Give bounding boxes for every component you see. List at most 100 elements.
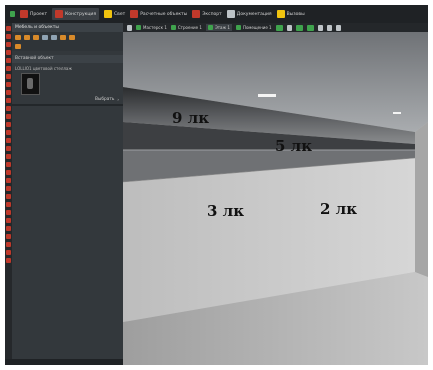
- construction-icon: [55, 10, 64, 18]
- illuminance-label: 3 лк: [207, 202, 245, 220]
- tab-workshop[interactable]: Мастерск 1: [136, 25, 167, 30]
- calls-icon: [276, 10, 285, 18]
- toolbar-item-label: Расчетные объекты: [140, 11, 188, 17]
- workshop-icon: [136, 25, 141, 30]
- copy-icon[interactable]: [24, 34, 30, 40]
- tab-label: Строение 1: [177, 25, 202, 30]
- tool-icon[interactable]: [6, 234, 11, 239]
- panel-title: Мебель и объекты: [12, 23, 123, 32]
- view-icon[interactable]: [127, 24, 132, 31]
- dropdown-icon[interactable]: [51, 34, 57, 40]
- main-toolbar: Проект Конструкция Свет Расчетные объект…: [5, 5, 428, 23]
- 3d-viewport[interactable]: 9 лк 5 лк 3 лк 2 лк: [123, 32, 428, 365]
- toolbar-item-label: Вызовы: [286, 11, 305, 17]
- tab-label: Мастерск 1: [143, 25, 167, 30]
- grid-icon[interactable]: [326, 24, 332, 31]
- paint-icon[interactable]: [69, 34, 75, 40]
- tool-icon[interactable]: [6, 138, 11, 143]
- toolbar-item-label: Проект: [30, 11, 48, 17]
- illuminance-label: 2 лк: [320, 200, 358, 218]
- toolbar-item-label: Конструкция: [65, 11, 97, 17]
- object-name: LOLLIO1 цветовой стеллаж: [15, 66, 72, 71]
- toolbar-item-export[interactable]: Экспорт: [192, 10, 222, 18]
- tool-icon[interactable]: [6, 186, 11, 191]
- toolbar-item-calc-objects[interactable]: Расчетные объекты: [130, 10, 187, 18]
- tool-icon[interactable]: [6, 98, 11, 103]
- tool-icon[interactable]: [6, 210, 11, 215]
- toolbar-item-label: Свет: [114, 11, 126, 17]
- tab-room[interactable]: Помещение 1: [235, 25, 272, 30]
- object-thumbnail[interactable]: [21, 73, 40, 95]
- chevron-right-icon[interactable]: ›: [117, 97, 119, 102]
- tool-icon[interactable]: [6, 162, 11, 167]
- tool-icon[interactable]: [6, 122, 11, 127]
- tool-icon[interactable]: [6, 106, 11, 111]
- toolbar-item-calls[interactable]: Вызовы: [276, 10, 305, 18]
- tool-icon[interactable]: [6, 242, 11, 247]
- tool-icon[interactable]: [6, 34, 11, 39]
- building-icon: [170, 25, 176, 30]
- tool-icon[interactable]: [6, 226, 11, 231]
- export-icon: [192, 10, 201, 18]
- tab-floor[interactable]: Этаж 1: [205, 24, 232, 31]
- viewport-tabs: Мастерск 1 Строение 1 Этаж 1 Помещение 1: [123, 23, 428, 32]
- toolbar-item-construction[interactable]: Конструкция: [52, 8, 100, 20]
- group-icon[interactable]: [15, 44, 21, 49]
- tool-icon[interactable]: [6, 114, 11, 119]
- panel-toolbar: [12, 32, 123, 42]
- tool-icon[interactable]: [6, 146, 11, 151]
- pick-button[interactable]: Выбрать: [95, 97, 114, 102]
- room-icon: [235, 25, 241, 30]
- calc-objects-icon: [130, 10, 139, 18]
- tab-label: Этаж 1: [214, 25, 230, 30]
- toolbar-item-documentation[interactable]: Документация: [226, 10, 272, 18]
- move-icon[interactable]: [33, 34, 39, 40]
- project-icon: [20, 10, 28, 18]
- divider: [12, 104, 123, 106]
- tool-icon[interactable]: [6, 154, 11, 159]
- floor-icon: [207, 25, 213, 30]
- lamp-icon[interactable]: [60, 34, 66, 40]
- tab-building[interactable]: Строение 1: [170, 25, 202, 30]
- zoom-fit-icon[interactable]: [317, 24, 323, 31]
- add-object-icon[interactable]: [15, 34, 21, 40]
- settings-icon[interactable]: [335, 24, 341, 31]
- tool-icon[interactable]: [6, 74, 11, 79]
- view-3d-icon[interactable]: [275, 24, 283, 31]
- tool-icon[interactable]: [6, 194, 11, 199]
- tool-icon[interactable]: [6, 50, 11, 55]
- light-icon: [104, 10, 113, 18]
- tool-icon[interactable]: [6, 258, 11, 263]
- tool-icon[interactable]: [6, 130, 11, 135]
- tool-icon[interactable]: [6, 178, 11, 183]
- plan-view-icon[interactable]: [286, 24, 292, 31]
- corridor-render: [123, 32, 428, 365]
- tool-icon[interactable]: [6, 26, 11, 31]
- toolbar-item-label: Экспорт: [202, 11, 222, 17]
- camera-icon[interactable]: [306, 24, 314, 31]
- tool-icon[interactable]: [6, 202, 11, 207]
- panel-toolbar-secondary: [12, 42, 123, 51]
- toolbar-arrow[interactable]: [10, 11, 15, 17]
- tool-icon[interactable]: [6, 42, 11, 47]
- application-window: Проект Конструкция Свет Расчетные объект…: [5, 5, 428, 365]
- tool-icon[interactable]: [6, 66, 11, 71]
- tab-label: Помещение 1: [242, 25, 272, 30]
- toolbar-item-light[interactable]: Свет: [104, 10, 125, 18]
- toolbar-item-label: Документация: [236, 11, 272, 17]
- render-icon[interactable]: [295, 24, 303, 31]
- objects-panel: Мебель и объекты Вставной объект LOLLIO1…: [12, 23, 123, 365]
- tool-icon[interactable]: [6, 58, 11, 63]
- delete-icon[interactable]: [42, 34, 48, 40]
- tool-icon[interactable]: [6, 82, 11, 87]
- tool-icon[interactable]: [6, 90, 11, 95]
- toolbar-item-project[interactable]: Проект: [20, 10, 47, 18]
- section-header: Вставной объект: [12, 55, 123, 63]
- back-arrow-icon: [10, 11, 15, 17]
- tool-icon[interactable]: [6, 250, 11, 255]
- tool-icon[interactable]: [6, 218, 11, 223]
- left-icon-strip: [5, 23, 12, 365]
- illuminance-label: 5 лк: [275, 137, 313, 155]
- tool-icon[interactable]: [6, 170, 11, 175]
- pick-row: Выбрать ›: [12, 95, 123, 103]
